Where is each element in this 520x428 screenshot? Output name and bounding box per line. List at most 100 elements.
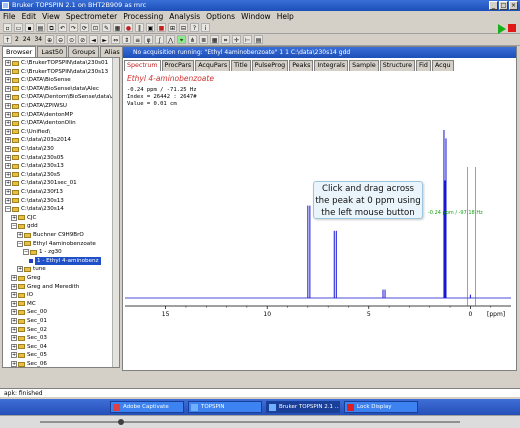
play-icon[interactable] <box>498 24 506 34</box>
expand-icon[interactable]: + <box>11 275 17 281</box>
expand-icon[interactable]: + <box>11 214 17 221</box>
tree-item[interactable]: + Sec_04 <box>11 343 47 351</box>
zoom-fit-icon[interactable]: ⊘ <box>78 35 88 44</box>
tree-item[interactable]: + Sec_02 <box>11 326 47 334</box>
tree-item[interactable]: + Sec_05 <box>11 351 47 359</box>
expand-icon[interactable]: + <box>11 352 17 359</box>
expand-icon[interactable]: + <box>11 361 17 367</box>
tree-item[interactable]: + C:\data\230s13 <box>5 197 64 205</box>
grid-icon[interactable]: ▦ <box>113 23 122 32</box>
zoom-24-button[interactable]: 24 <box>22 35 32 44</box>
minimize-button[interactable]: _ <box>489 1 498 10</box>
expand-icon[interactable]: + <box>11 326 17 333</box>
tab-spectrum[interactable]: Spectrum <box>124 60 161 71</box>
expand-icon[interactable]: + <box>5 94 11 101</box>
new-icon[interactable]: ▫ <box>3 23 12 32</box>
scale-up-icon[interactable]: ↑ <box>3 35 12 44</box>
help-icon[interactable]: ? <box>190 23 199 32</box>
stop-icon[interactable] <box>508 24 516 32</box>
save-icon[interactable]: ▪ <box>25 23 34 32</box>
expand-icon[interactable]: + <box>11 283 17 290</box>
tab-groups[interactable]: Groups <box>68 46 100 57</box>
expand-icon[interactable]: + <box>5 154 11 161</box>
expand-icon[interactable]: + <box>5 128 11 135</box>
compress-icon[interactable]: ⇕ <box>122 35 132 44</box>
tab-pulseprog[interactable]: PulseProg <box>251 60 289 71</box>
tree-item[interactable]: + C:\data\230s13 <box>5 162 64 170</box>
tree-item[interactable]: + C:\data\230f13 <box>5 188 63 196</box>
info-icon[interactable]: i <box>201 23 210 32</box>
tool-icon[interactable]: ✎ <box>102 23 111 32</box>
print-icon[interactable]: ▤ <box>36 23 45 32</box>
collapse-icon[interactable]: − <box>23 249 29 256</box>
overlay-icon[interactable]: ≣ <box>199 35 209 44</box>
zoom-34-button[interactable]: 34 <box>33 35 43 44</box>
expand-icon[interactable]: + <box>11 343 17 350</box>
tab-browser[interactable]: Browser <box>2 46 37 57</box>
tab-integrals[interactable]: Integrals <box>314 60 349 71</box>
tab-title[interactable]: Title <box>231 60 251 71</box>
tree-item[interactable]: + MC <box>11 300 36 308</box>
expand-icon[interactable]: + <box>5 180 11 187</box>
grid-toggle-icon[interactable]: ▦ <box>210 35 220 44</box>
collapse-icon[interactable]: − <box>11 223 17 230</box>
playback-seek-track[interactable] <box>40 421 460 423</box>
expand-icon[interactable]: ⇔ <box>111 35 121 44</box>
copy-icon[interactable]: ⧉ <box>47 23 56 32</box>
open-icon[interactable]: ▭ <box>14 23 23 32</box>
expand-icon[interactable]: + <box>11 309 17 316</box>
tree-item[interactable]: + C:\data\230 <box>5 145 54 153</box>
tab-sample[interactable]: Sample <box>349 60 379 71</box>
baseline-icon[interactable]: ≡ <box>133 35 143 44</box>
stop-small-icon[interactable]: ■ <box>157 23 166 32</box>
refresh-icon[interactable]: ⟳ <box>80 23 89 32</box>
menu-analysis[interactable]: Analysis <box>169 11 200 22</box>
record-icon[interactable]: ● <box>124 23 133 32</box>
expand-icon[interactable]: + <box>5 68 11 75</box>
redo-icon[interactable]: ↷ <box>69 23 78 32</box>
expand-icon[interactable]: + <box>5 111 11 118</box>
tile-icon[interactable]: ⊞ <box>168 23 177 32</box>
expand-icon[interactable]: + <box>5 85 11 92</box>
expand-icon[interactable]: + <box>5 77 11 84</box>
tree-item[interactable]: + Greg <box>11 274 41 282</box>
menu-view[interactable]: View <box>42 11 60 22</box>
expand-icon[interactable]: + <box>5 120 11 127</box>
maximize-button[interactable]: □ <box>499 1 508 10</box>
zoom-2-button[interactable]: 2 <box>14 35 20 44</box>
expand-icon[interactable]: + <box>11 300 17 307</box>
tree-item[interactable]: + C:\DATA\dentonOlin <box>5 119 76 127</box>
task-adobe-captivate[interactable]: Adobe Captivate <box>110 401 184 413</box>
tab-acqu[interactable]: Acqu <box>431 60 454 71</box>
peak-pick-icon[interactable]: ⋀ <box>166 35 176 44</box>
tab-alias[interactable]: Alias <box>100 46 124 57</box>
calibrate-icon[interactable]: ⌖ <box>177 35 187 44</box>
tab-fid[interactable]: Fid <box>416 60 431 71</box>
menu-file[interactable]: File <box>3 11 16 22</box>
expand-icon[interactable]: + <box>5 146 11 152</box>
task-lock-display[interactable]: Lock Display <box>344 401 418 413</box>
tree-item[interactable]: + C:\data\230s05 <box>5 154 64 162</box>
tree-item[interactable]: + Sec_00 <box>11 308 47 316</box>
tab-peaks[interactable]: Peaks <box>289 60 314 71</box>
menu-processing[interactable]: Processing <box>123 11 163 22</box>
tree-item[interactable]: + C:\Unified\ <box>5 128 50 136</box>
zoom-reset-icon[interactable]: ⊙ <box>67 35 77 44</box>
tree-item[interactable]: + C:\BrukerTOPSPIN\data\230s13 <box>5 68 108 76</box>
window-icon[interactable]: ▣ <box>146 23 155 32</box>
tree-item[interactable]: + C:\DATA\Dentom\BioSense\data\Alec <box>5 93 119 101</box>
tree-item-ethyl[interactable]: − Ethyl 4aminobenzoate <box>17 240 96 248</box>
close-button[interactable]: × <box>509 1 518 10</box>
menu-window[interactable]: Window <box>241 11 271 22</box>
playback-seek-knob[interactable] <box>118 419 124 425</box>
expand-icon[interactable]: + <box>17 266 23 273</box>
tab-structure[interactable]: Structure <box>379 60 416 71</box>
tree-item[interactable]: + C:\DATA\BioSense\data\Alec <box>5 85 99 93</box>
menu-spectrometer[interactable]: Spectrometer <box>66 11 117 22</box>
tree-item-gdd[interactable]: − gdd <box>11 222 38 230</box>
expand-icon[interactable]: + <box>11 318 17 324</box>
integrate-icon[interactable]: ∫ <box>155 35 165 44</box>
undo-icon[interactable]: ↶ <box>58 23 67 32</box>
collapse-icon[interactable]: − <box>17 240 23 247</box>
tree-item-cjc[interactable]: + CJC <box>11 214 36 222</box>
